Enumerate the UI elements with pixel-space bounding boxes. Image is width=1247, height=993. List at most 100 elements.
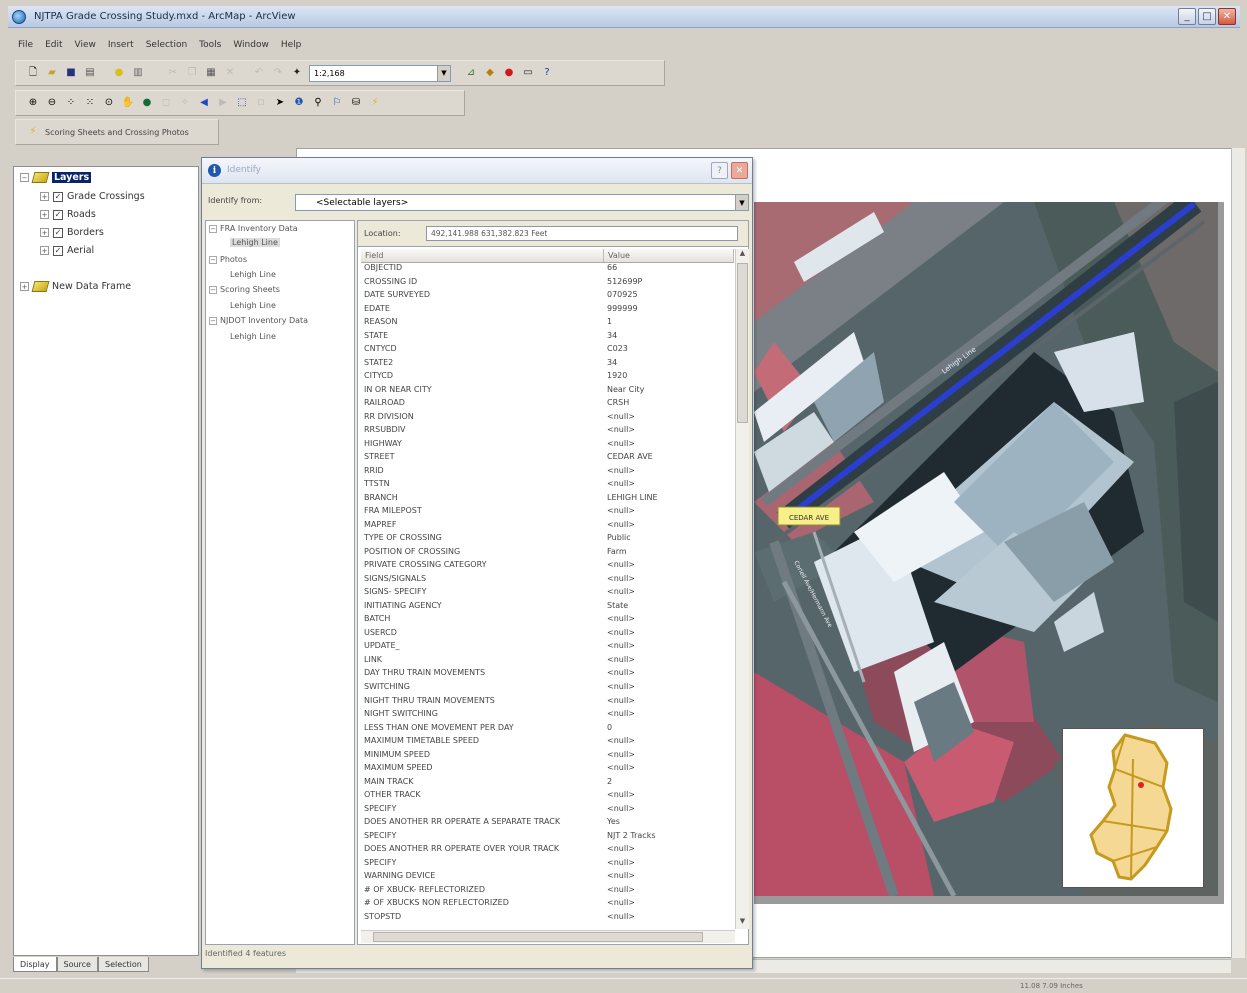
attributes-vertical-scrollbar[interactable]: ▲ ▼ <box>735 249 749 929</box>
table-row[interactable]: EDATE 999999 <box>361 304 734 318</box>
fixed-zoom-in-icon[interactable]: ⁘ <box>64 96 78 110</box>
table-row[interactable]: TYPE OF CROSSING Public <box>361 533 734 547</box>
expand-icon[interactable]: + <box>40 246 49 255</box>
layer-checkbox[interactable]: ✓ <box>53 191 63 202</box>
editor-toolbar-icon[interactable]: ⊿ <box>464 66 478 80</box>
smiley-icon[interactable]: ● <box>112 66 126 80</box>
menu-help[interactable]: Help <box>281 40 302 50</box>
table-row[interactable]: SWITCHING <null> <box>361 682 734 696</box>
table-row[interactable]: FRA MILEPOST <null> <box>361 506 734 520</box>
chevron-down-icon[interactable]: ▼ <box>735 195 748 210</box>
disabled-tool-icon[interactable]: ◻ <box>159 96 173 110</box>
table-row[interactable]: LINK <null> <box>361 655 734 669</box>
table-row[interactable]: TTSTN <null> <box>361 479 734 493</box>
identify-icon[interactable]: ❶ <box>292 96 306 110</box>
menu-edit[interactable]: Edit <box>45 40 62 50</box>
tree-leaf-photos[interactable]: Lehigh Line <box>230 270 276 279</box>
table-row[interactable]: NIGHT SWITCHING <null> <box>361 709 734 723</box>
column-header-value[interactable]: Value <box>604 249 734 262</box>
minimize-button[interactable]: _ <box>1178 8 1196 25</box>
table-row[interactable]: NIGHT THRU TRAIN MOVEMENTS <null> <box>361 696 734 710</box>
toc-new-data-frame[interactable]: + New Data Frame <box>20 281 131 292</box>
table-row[interactable]: IN OR NEAR CITY Near City <box>361 385 734 399</box>
table-row[interactable]: SIGNS- SPECIFY <null> <box>361 587 734 601</box>
table-row[interactable]: UPDATE_ <null> <box>361 641 734 655</box>
table-row[interactable]: SIGNS/SIGNALS <null> <box>361 574 734 588</box>
scroll-up-icon[interactable]: ▲ <box>737 249 748 261</box>
layer-checkbox[interactable]: ✓ <box>53 245 63 256</box>
table-row[interactable]: DOES ANOTHER RR OPERATE OVER YOUR TRACK <… <box>361 844 734 858</box>
table-row[interactable]: INITIATING AGENCY State <box>361 601 734 615</box>
full-extent-globe-icon[interactable]: ● <box>140 96 154 110</box>
map-vertical-scrollbar[interactable] <box>1231 148 1245 958</box>
table-row[interactable]: MAPREF <null> <box>361 520 734 534</box>
hyperlink-icon[interactable]: ⛁ <box>349 96 363 110</box>
table-row[interactable]: WARNING DEVICE <null> <box>361 871 734 885</box>
close-button[interactable]: ✕ <box>1218 8 1236 25</box>
attributes-horizontal-scrollbar[interactable] <box>361 930 735 943</box>
forward-extent-icon[interactable]: ▶ <box>216 96 230 110</box>
pan-icon[interactable]: ✋ <box>121 96 135 110</box>
open-folder-icon[interactable]: ▰ <box>45 66 59 80</box>
redo-icon[interactable]: ↷ <box>271 66 285 80</box>
collapse-icon[interactable]: − <box>209 285 217 294</box>
window-icon[interactable]: ▭ <box>521 66 535 80</box>
table-row[interactable]: BRANCH LEHIGH LINE <box>361 493 734 507</box>
table-row[interactable]: POSITION OF CROSSING Farm <box>361 547 734 561</box>
red-dot-icon[interactable]: ● <box>502 66 516 80</box>
fixed-zoom-out-icon[interactable]: ⁙ <box>83 96 97 110</box>
tree-node-scoring[interactable]: − Scoring Sheets <box>209 285 280 294</box>
tree-leaf-fra[interactable]: Lehigh Line <box>230 238 280 247</box>
table-row[interactable]: STOPSTD <null> <box>361 912 734 926</box>
select-features-icon[interactable]: ⬚ <box>235 96 249 110</box>
paste-icon[interactable]: ▦ <box>204 66 218 80</box>
table-row[interactable]: REASON 1 <box>361 317 734 331</box>
column-header-field[interactable]: Field <box>361 249 604 262</box>
maximize-button[interactable]: □ <box>1198 8 1216 25</box>
tree-leaf-scoring[interactable]: Lehigh Line <box>230 301 276 310</box>
table-row[interactable]: HIGHWAY <null> <box>361 439 734 453</box>
clear-selection-icon[interactable]: ◽ <box>254 96 268 110</box>
identify-close-button[interactable]: ✕ <box>731 162 748 179</box>
tree-node-photos[interactable]: − Photos <box>209 255 247 264</box>
back-extent-icon[interactable]: ◀ <box>197 96 211 110</box>
print-icon[interactable]: ▤ <box>83 66 97 80</box>
whats-this-help-icon[interactable]: ? <box>540 66 554 80</box>
table-row[interactable]: SPECIFY <null> <box>361 804 734 818</box>
table-row[interactable]: USERCD <null> <box>361 628 734 642</box>
arctoolbox-icon[interactable]: ◆ <box>483 66 497 80</box>
table-row[interactable]: RRID <null> <box>361 466 734 480</box>
table-row[interactable]: STREET CEDAR AVE <box>361 452 734 466</box>
table-row[interactable]: PRIVATE CROSSING CATEGORY <null> <box>361 560 734 574</box>
expand-icon[interactable]: + <box>40 228 49 237</box>
menu-file[interactable]: File <box>18 40 33 50</box>
map-scale-combo[interactable]: 1:2,168 ▼ <box>309 64 451 82</box>
table-row[interactable]: RRSUBDIV <null> <box>361 425 734 439</box>
pan-magnifier-icon[interactable]: ⊙ <box>102 96 116 110</box>
zoom-out-icon[interactable]: ⊖ <box>45 96 59 110</box>
disabled-tool-icon-2[interactable]: ✧ <box>178 96 192 110</box>
identify-from-combo[interactable]: <Selectable layers> ▼ <box>295 194 749 211</box>
find-binoculars-icon[interactable]: ⚲ <box>311 96 325 110</box>
menu-selection[interactable]: Selection <box>146 40 187 50</box>
expand-icon[interactable]: + <box>20 282 29 291</box>
layer-checkbox[interactable]: ✓ <box>53 227 63 238</box>
catalog-icon[interactable]: ▥ <box>131 66 145 80</box>
collapse-icon[interactable]: − <box>209 224 217 233</box>
table-row[interactable]: OBJECTID 66 <box>361 263 734 277</box>
menu-window[interactable]: Window <box>233 40 269 50</box>
menu-insert[interactable]: Insert <box>108 40 134 50</box>
tab-display[interactable]: Display <box>13 957 57 972</box>
table-row[interactable]: CROSSING ID 512699P <box>361 277 734 291</box>
zoom-in-icon[interactable]: ⊕ <box>26 96 40 110</box>
table-row[interactable]: DAY THRU TRAIN MOVEMENTS <null> <box>361 668 734 682</box>
tree-node-fra[interactable]: − FRA Inventory Data <box>209 224 298 233</box>
tree-leaf-njdot[interactable]: Lehigh Line <box>230 332 276 341</box>
collapse-icon[interactable]: − <box>209 255 217 264</box>
table-row[interactable]: CITYCD 1920 <box>361 371 734 385</box>
lightning-icon-2[interactable]: ⚡ <box>26 125 40 139</box>
table-row[interactable]: SPECIFY <null> <box>361 858 734 872</box>
expand-icon[interactable]: + <box>40 192 49 201</box>
scroll-thumb[interactable] <box>737 263 748 423</box>
expand-icon[interactable]: + <box>40 210 49 219</box>
